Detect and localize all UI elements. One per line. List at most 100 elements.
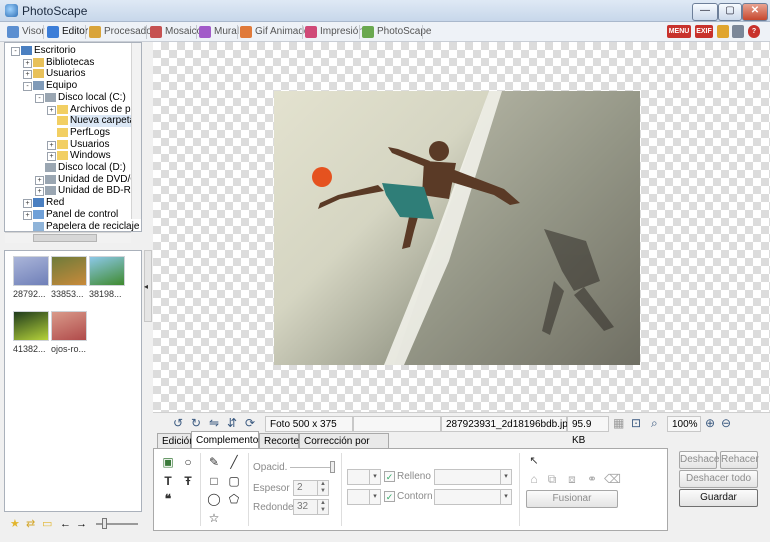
star-shape-icon[interactable]: ☆ bbox=[206, 510, 222, 526]
thickness-spinner[interactable]: 2 ▲ ▼ bbox=[293, 480, 329, 496]
tab-correccion-por-zonas[interactable]: Corrección por zonas bbox=[299, 433, 389, 462]
expand-icon[interactable]: + bbox=[47, 140, 56, 150]
color-combo-outline[interactable]: ▾ bbox=[347, 489, 381, 505]
expand-icon[interactable]: + bbox=[35, 175, 44, 185]
flip-vertical-icon[interactable]: ⇵ bbox=[227, 417, 237, 430]
duplicate-icon[interactable]: ⧈ bbox=[564, 471, 580, 487]
tab-impresion[interactable]: Impresión bbox=[304, 24, 364, 40]
tab-visor[interactable]: Visor bbox=[6, 24, 45, 40]
back-arrow-icon[interactable]: ← bbox=[60, 518, 71, 530]
maximize-button[interactable]: ▢ bbox=[718, 3, 742, 21]
tab-editor[interactable]: Editor bbox=[46, 24, 88, 40]
polygon-icon[interactable]: ⬠ bbox=[226, 491, 242, 507]
expand-icon[interactable]: + bbox=[47, 152, 56, 162]
rectangle-icon[interactable]: □ bbox=[206, 473, 222, 489]
photo-object-icon[interactable]: ▣ bbox=[160, 454, 176, 470]
text-icon[interactable]: T bbox=[160, 473, 176, 489]
close-button[interactable]: ✕ bbox=[742, 3, 768, 21]
minimize-button[interactable]: — bbox=[692, 3, 718, 21]
line-icon[interactable]: ╱ bbox=[226, 454, 242, 470]
tab-mosaico[interactable]: Mosaico bbox=[149, 24, 202, 40]
balloon-icon[interactable]: ○ bbox=[180, 454, 196, 470]
forward-arrow-icon[interactable]: → bbox=[76, 518, 87, 530]
merge-button[interactable]: Fusionar bbox=[526, 490, 618, 508]
rotate-left-icon[interactable]: ↺ bbox=[173, 417, 183, 430]
photoscape-icon bbox=[362, 26, 374, 38]
save-button[interactable]: Guardar bbox=[679, 489, 758, 507]
expand-icon[interactable]: + bbox=[47, 105, 56, 115]
folder-icon bbox=[57, 104, 68, 114]
tab-recorte[interactable]: Recorte bbox=[259, 433, 299, 449]
collapse-icon[interactable]: - bbox=[11, 47, 20, 56]
color-combo-fill[interactable]: ▾ bbox=[347, 469, 381, 485]
expand-icon[interactable]: + bbox=[35, 187, 44, 197]
slider-handle[interactable] bbox=[102, 518, 107, 529]
thumbnail[interactable] bbox=[89, 256, 125, 286]
outline-checkbox[interactable]: ✓ bbox=[384, 491, 395, 502]
refresh-icon[interactable]: ⟳ bbox=[245, 417, 255, 430]
zoom-actual-icon[interactable]: ⌕ bbox=[651, 417, 658, 430]
thumbnail[interactable] bbox=[51, 311, 87, 341]
send-back-icon[interactable]: ⧉ bbox=[544, 471, 560, 487]
expand-icon[interactable]: + bbox=[23, 199, 32, 209]
folder-sync-icon[interactable]: ⇄ bbox=[26, 518, 35, 530]
tab-photoscape[interactable]: PhotoScape bbox=[361, 24, 432, 40]
scroll-thumb[interactable] bbox=[33, 234, 97, 242]
star-icon[interactable]: ★ bbox=[10, 518, 20, 530]
outline-style-select[interactable]: ▾ bbox=[434, 489, 512, 505]
exif-icon[interactable]: EXIF bbox=[695, 25, 713, 38]
tree-horizontal-scrollbar[interactable] bbox=[5, 232, 131, 243]
expand-icon[interactable]: + bbox=[23, 210, 32, 220]
tab-gif-animado[interactable]: Gif Animado bbox=[239, 24, 309, 40]
menu-icon[interactable]: MENU bbox=[667, 25, 691, 38]
checkerboard-icon[interactable]: ▦ bbox=[613, 417, 624, 430]
collapse-arrow-icon[interactable]: ◂ bbox=[144, 282, 152, 292]
rounded-spinner[interactable]: 32 ▲ ▼ bbox=[293, 499, 329, 515]
undo-button[interactable]: Deshacer bbox=[679, 451, 723, 469]
tree-vertical-scrollbar[interactable] bbox=[131, 43, 141, 219]
rotate-right-icon[interactable]: ↻ bbox=[191, 417, 201, 430]
opacity-slider-handle[interactable] bbox=[330, 461, 335, 473]
zoom-out-icon[interactable]: ⊖ bbox=[721, 417, 731, 430]
thumbnail-caption: 28792... bbox=[13, 289, 46, 299]
pen-icon[interactable]: ✎ bbox=[206, 454, 222, 470]
flip-horizontal-icon[interactable]: ⇋ bbox=[209, 417, 219, 430]
opacity-slider[interactable] bbox=[290, 467, 334, 468]
help-icon[interactable]: ? bbox=[748, 25, 760, 38]
thumbnail-caption: 33853... bbox=[51, 289, 84, 299]
zoom-in-icon[interactable]: ⊕ bbox=[705, 417, 715, 430]
tab-mural[interactable]: Mural bbox=[198, 24, 239, 40]
edited-photo[interactable] bbox=[274, 91, 640, 365]
text-style-icon[interactable]: Ŧ bbox=[180, 473, 196, 489]
tab-complementos[interactable]: Complementos bbox=[191, 431, 263, 449]
thumbnail[interactable] bbox=[13, 311, 49, 341]
spinner-arrows[interactable]: ▲ ▼ bbox=[317, 481, 328, 495]
home-icon[interactable] bbox=[717, 25, 729, 38]
empty-status-field bbox=[353, 416, 441, 432]
folder-icon bbox=[57, 139, 68, 149]
open-folder-icon[interactable]: ▭ bbox=[42, 518, 52, 530]
windows-icon[interactable] bbox=[732, 25, 744, 38]
bd-drive-icon bbox=[45, 186, 56, 196]
undo-all-button[interactable]: Deshacer todo bbox=[679, 470, 758, 488]
thumbnail[interactable] bbox=[13, 256, 49, 286]
group-icon[interactable]: ⚭ bbox=[584, 471, 600, 487]
procesador-icon bbox=[89, 26, 101, 38]
quote-icon[interactable]: ❝ bbox=[160, 491, 176, 507]
expand-icon[interactable]: + bbox=[23, 70, 32, 80]
collapse-icon[interactable]: - bbox=[35, 93, 44, 103]
zoom-fit-icon[interactable]: ⊡ bbox=[631, 417, 641, 430]
expand-icon[interactable]: + bbox=[23, 58, 32, 68]
redo-button[interactable]: Rehacer bbox=[720, 451, 759, 469]
spinner-arrows[interactable]: ▲ ▼ bbox=[317, 500, 328, 514]
collapse-icon[interactable]: - bbox=[23, 82, 32, 92]
ellipse-icon[interactable]: ◯ bbox=[206, 491, 222, 507]
select-arrow-icon[interactable]: ↖ bbox=[526, 453, 542, 469]
fill-style-select[interactable]: ▾ bbox=[434, 469, 512, 485]
delete-object-icon[interactable]: ⌫ bbox=[604, 471, 621, 487]
tab-edicion[interactable]: Edición bbox=[157, 433, 195, 449]
thumbnail[interactable] bbox=[51, 256, 87, 286]
rounded-rectangle-icon[interactable]: ▢ bbox=[226, 473, 242, 489]
fill-checkbox[interactable]: ✓ bbox=[384, 471, 395, 482]
bring-front-icon[interactable]: ⌂ bbox=[526, 471, 542, 487]
